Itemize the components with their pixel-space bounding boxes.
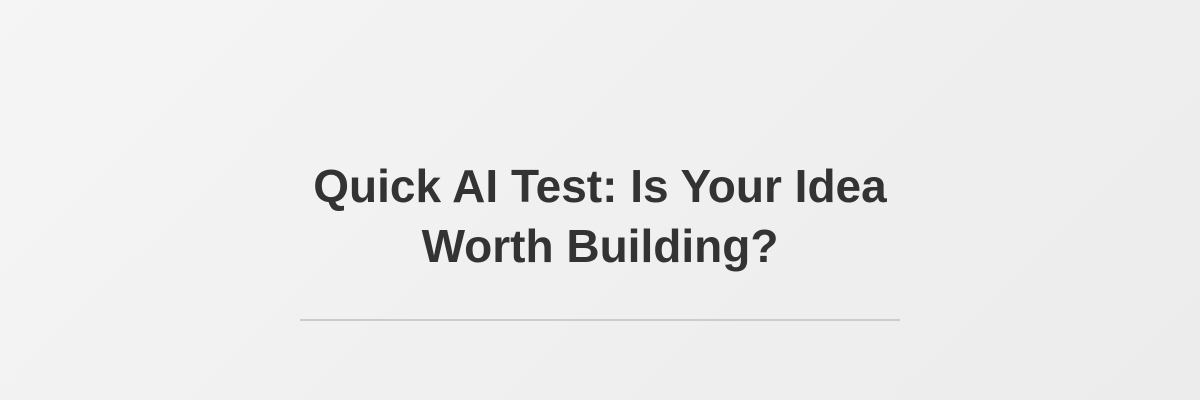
title-banner: Quick AI Test: Is Your Idea Worth Buildi… <box>0 0 1200 400</box>
page-title: Quick AI Test: Is Your Idea Worth Buildi… <box>0 156 1200 276</box>
page-title-line-1: Quick AI Test: Is Your Idea <box>313 160 887 212</box>
divider <box>300 319 900 321</box>
page-title-line-2: Worth Building? <box>421 220 779 272</box>
